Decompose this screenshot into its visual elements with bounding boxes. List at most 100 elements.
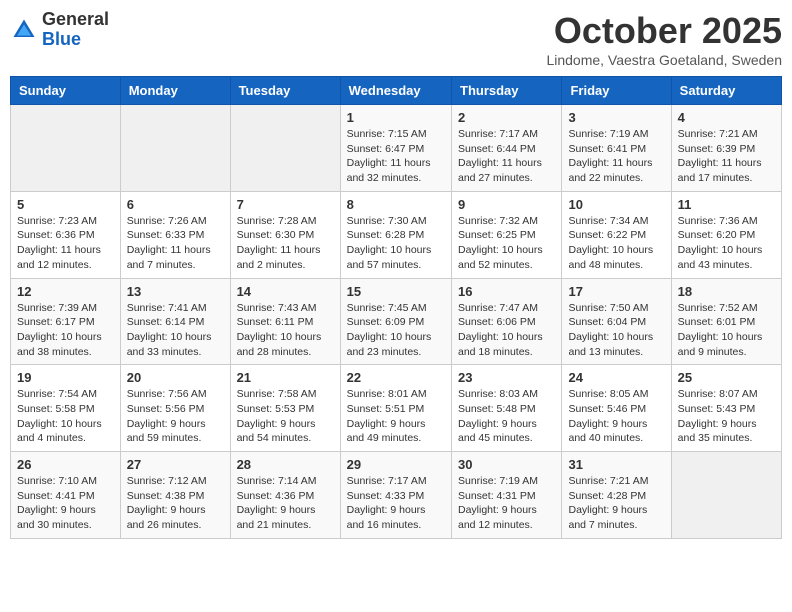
day-number: 7 [237, 197, 334, 212]
page-header: General Blue October 2025 Lindome, Vaest… [10, 10, 782, 68]
day-number: 11 [678, 197, 775, 212]
calendar-week-row: 26 Sunrise: 7:10 AM Sunset: 4:41 PM Dayli… [11, 452, 782, 539]
day-info: Sunrise: 7:32 AM Sunset: 6:25 PM Dayligh… [458, 214, 555, 273]
logo-icon [10, 16, 38, 44]
day-number: 21 [237, 370, 334, 385]
calendar-cell: 10 Sunrise: 7:34 AM Sunset: 6:22 PM Dayli… [562, 191, 671, 278]
calendar-cell: 24 Sunrise: 8:05 AM Sunset: 5:46 PM Dayli… [562, 365, 671, 452]
day-info: Sunrise: 7:14 AM Sunset: 4:36 PM Dayligh… [237, 474, 334, 533]
calendar-cell: 3 Sunrise: 7:19 AM Sunset: 6:41 PM Daylig… [562, 105, 671, 192]
day-info: Sunrise: 7:26 AM Sunset: 6:33 PM Dayligh… [127, 214, 224, 273]
day-info: Sunrise: 7:52 AM Sunset: 6:01 PM Dayligh… [678, 301, 775, 360]
location-subtitle: Lindome, Vaestra Goetaland, Sweden [546, 52, 782, 68]
day-number: 31 [568, 457, 664, 472]
day-number: 8 [347, 197, 445, 212]
calendar-header-row: SundayMondayTuesdayWednesdayThursdayFrid… [11, 77, 782, 105]
day-number: 28 [237, 457, 334, 472]
day-number: 27 [127, 457, 224, 472]
day-number: 3 [568, 110, 664, 125]
day-number: 4 [678, 110, 775, 125]
day-info: Sunrise: 7:21 AM Sunset: 4:28 PM Dayligh… [568, 474, 664, 533]
calendar-week-row: 12Sunrise: 7:39 AM Sunset: 6:17 PM Dayli… [11, 278, 782, 365]
calendar-cell [230, 105, 340, 192]
calendar-cell: 19Sunrise: 7:54 AM Sunset: 5:58 PM Dayli… [11, 365, 121, 452]
calendar-cell: 2Sunrise: 7:17 AM Sunset: 6:44 PM Daylig… [452, 105, 562, 192]
day-info: Sunrise: 7:34 AM Sunset: 6:22 PM Dayligh… [568, 214, 664, 273]
calendar-cell: 26 Sunrise: 7:10 AM Sunset: 4:41 PM Dayli… [11, 452, 121, 539]
weekday-header-sunday: Sunday [11, 77, 121, 105]
weekday-header-tuesday: Tuesday [230, 77, 340, 105]
day-info: Sunrise: 7:39 AM Sunset: 6:17 PM Dayligh… [17, 301, 114, 360]
day-info: Sunrise: 7:10 AM Sunset: 4:41 PM Dayligh… [17, 474, 114, 533]
day-number: 13 [127, 284, 224, 299]
day-info: Sunrise: 7:36 AM Sunset: 6:20 PM Dayligh… [678, 214, 775, 273]
day-info: Sunrise: 7:47 AM Sunset: 6:06 PM Dayligh… [458, 301, 555, 360]
calendar-cell: 4 Sunrise: 7:21 AM Sunset: 6:39 PM Daylig… [671, 105, 781, 192]
weekday-header-saturday: Saturday [671, 77, 781, 105]
weekday-header-friday: Friday [562, 77, 671, 105]
calendar-cell: 1Sunrise: 7:15 AM Sunset: 6:47 PM Daylig… [340, 105, 451, 192]
day-number: 17 [568, 284, 664, 299]
day-number: 30 [458, 457, 555, 472]
day-number: 15 [347, 284, 445, 299]
day-number: 24 [568, 370, 664, 385]
month-title: October 2025 [546, 10, 782, 52]
calendar-cell: 31 Sunrise: 7:21 AM Sunset: 4:28 PM Dayli… [562, 452, 671, 539]
day-info: Sunrise: 8:05 AM Sunset: 5:46 PM Dayligh… [568, 387, 664, 446]
day-number: 10 [568, 197, 664, 212]
day-info: Sunrise: 7:12 AM Sunset: 4:38 PM Dayligh… [127, 474, 224, 533]
day-number: 26 [17, 457, 114, 472]
day-number: 6 [127, 197, 224, 212]
calendar-cell: 23Sunrise: 8:03 AM Sunset: 5:48 PM Dayli… [452, 365, 562, 452]
day-info: Sunrise: 7:23 AM Sunset: 6:36 PM Dayligh… [17, 214, 114, 273]
calendar-cell: 5 Sunrise: 7:23 AM Sunset: 6:36 PM Daylig… [11, 191, 121, 278]
day-info: Sunrise: 8:01 AM Sunset: 5:51 PM Dayligh… [347, 387, 445, 446]
day-info: Sunrise: 7:56 AM Sunset: 5:56 PM Dayligh… [127, 387, 224, 446]
calendar-cell: 20 Sunrise: 7:56 AM Sunset: 5:56 PM Dayli… [120, 365, 230, 452]
calendar-cell: 15 Sunrise: 7:45 AM Sunset: 6:09 PM Dayli… [340, 278, 451, 365]
weekday-header-wednesday: Wednesday [340, 77, 451, 105]
calendar-cell: 17 Sunrise: 7:50 AM Sunset: 6:04 PM Dayli… [562, 278, 671, 365]
weekday-header-monday: Monday [120, 77, 230, 105]
day-info: Sunrise: 7:19 AM Sunset: 4:31 PM Dayligh… [458, 474, 555, 533]
calendar-cell: 6 Sunrise: 7:26 AM Sunset: 6:33 PM Daylig… [120, 191, 230, 278]
day-info: Sunrise: 7:17 AM Sunset: 4:33 PM Dayligh… [347, 474, 445, 533]
calendar-cell: 16 Sunrise: 7:47 AM Sunset: 6:06 PM Dayli… [452, 278, 562, 365]
calendar-cell: 21Sunrise: 7:58 AM Sunset: 5:53 PM Dayli… [230, 365, 340, 452]
calendar-cell: 22Sunrise: 8:01 AM Sunset: 5:51 PM Dayli… [340, 365, 451, 452]
logo-text: General Blue [42, 10, 109, 50]
weekday-header-thursday: Thursday [452, 77, 562, 105]
day-number: 23 [458, 370, 555, 385]
calendar-table: SundayMondayTuesdayWednesdayThursdayFrid… [10, 76, 782, 539]
day-number: 16 [458, 284, 555, 299]
day-info: Sunrise: 7:54 AM Sunset: 5:58 PM Dayligh… [17, 387, 114, 446]
calendar-cell: 13 Sunrise: 7:41 AM Sunset: 6:14 PM Dayli… [120, 278, 230, 365]
day-number: 14 [237, 284, 334, 299]
day-info: Sunrise: 7:19 AM Sunset: 6:41 PM Dayligh… [568, 127, 664, 186]
calendar-cell: 28 Sunrise: 7:14 AM Sunset: 4:36 PM Dayli… [230, 452, 340, 539]
calendar-cell: 9Sunrise: 7:32 AM Sunset: 6:25 PM Daylig… [452, 191, 562, 278]
day-info: Sunrise: 7:50 AM Sunset: 6:04 PM Dayligh… [568, 301, 664, 360]
calendar-week-row: 19Sunrise: 7:54 AM Sunset: 5:58 PM Dayli… [11, 365, 782, 452]
day-number: 1 [347, 110, 445, 125]
day-number: 29 [347, 457, 445, 472]
day-info: Sunrise: 8:07 AM Sunset: 5:43 PM Dayligh… [678, 387, 775, 446]
logo: General Blue [10, 10, 109, 50]
calendar-cell [11, 105, 121, 192]
calendar-cell [671, 452, 781, 539]
day-info: Sunrise: 7:41 AM Sunset: 6:14 PM Dayligh… [127, 301, 224, 360]
calendar-cell: 8Sunrise: 7:30 AM Sunset: 6:28 PM Daylig… [340, 191, 451, 278]
calendar-cell: 25 Sunrise: 8:07 AM Sunset: 5:43 PM Dayli… [671, 365, 781, 452]
day-number: 5 [17, 197, 114, 212]
day-number: 20 [127, 370, 224, 385]
calendar-week-row: 5 Sunrise: 7:23 AM Sunset: 6:36 PM Daylig… [11, 191, 782, 278]
day-info: Sunrise: 7:43 AM Sunset: 6:11 PM Dayligh… [237, 301, 334, 360]
day-info: Sunrise: 7:21 AM Sunset: 6:39 PM Dayligh… [678, 127, 775, 186]
calendar-cell: 29 Sunrise: 7:17 AM Sunset: 4:33 PM Dayli… [340, 452, 451, 539]
calendar-cell: 18Sunrise: 7:52 AM Sunset: 6:01 PM Dayli… [671, 278, 781, 365]
calendar-cell: 11 Sunrise: 7:36 AM Sunset: 6:20 PM Dayli… [671, 191, 781, 278]
day-info: Sunrise: 7:45 AM Sunset: 6:09 PM Dayligh… [347, 301, 445, 360]
day-info: Sunrise: 7:28 AM Sunset: 6:30 PM Dayligh… [237, 214, 334, 273]
day-number: 25 [678, 370, 775, 385]
calendar-cell: 7 Sunrise: 7:28 AM Sunset: 6:30 PM Daylig… [230, 191, 340, 278]
